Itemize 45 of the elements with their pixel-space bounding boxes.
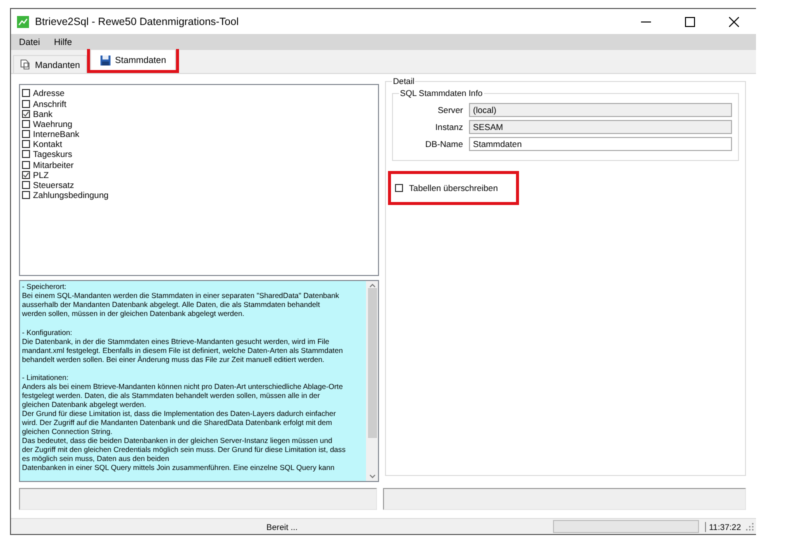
status-text: Bereit ... xyxy=(265,522,299,532)
group-title: Detail xyxy=(392,76,416,86)
checkbox-label: Tabellen überschreiben xyxy=(409,183,498,194)
tab[interactable]: Mandanten xyxy=(13,55,88,74)
window-title: Btrieve2Sql - Rewe50 Datenmigrations-Tool xyxy=(35,16,239,28)
checkbox[interactable] xyxy=(22,181,30,190)
scroll-down-icon[interactable] xyxy=(368,474,376,480)
checkbox[interactable] xyxy=(22,110,30,118)
maximize-icon xyxy=(685,16,695,26)
close-icon xyxy=(729,16,739,26)
checkbox[interactable] xyxy=(22,191,30,200)
field-label: Instanz xyxy=(434,122,463,132)
input-field[interactable]: Stammdaten xyxy=(469,137,732,152)
tab[interactable]: Stammdaten xyxy=(90,49,176,70)
checkbox-label: Anschrift xyxy=(33,98,66,109)
field-label: Server xyxy=(436,105,463,116)
checkbox-label: PLZ xyxy=(33,170,49,180)
status-time: 11:37:22 xyxy=(705,522,744,532)
menu-item[interactable]: Datei xyxy=(19,36,40,47)
checkbox[interactable] xyxy=(22,160,30,169)
menu-item[interactable]: Hilfe xyxy=(54,36,72,47)
scroll-up-icon[interactable] xyxy=(368,283,376,288)
checkbox[interactable] xyxy=(22,150,30,158)
checkbox[interactable] xyxy=(22,100,30,108)
checkbox-label: Adresse xyxy=(33,88,65,98)
group-title: SQL Stammdaten Info xyxy=(399,88,484,98)
checkbox-label: Steuersatz xyxy=(33,180,74,190)
checkbox[interactable] xyxy=(395,184,403,192)
field-label: DB-Name xyxy=(424,139,463,150)
checkbox-label: InterneBank xyxy=(33,129,80,140)
checkbox[interactable] xyxy=(22,89,30,98)
checkbox-label: Zahlungsbedingung xyxy=(33,190,108,200)
checkbox[interactable] xyxy=(22,140,30,148)
checkbox[interactable] xyxy=(22,130,30,138)
resize-grip-icon[interactable] xyxy=(746,522,754,531)
checkbox[interactable] xyxy=(22,170,30,179)
checkbox-label: Mitarbeiter xyxy=(33,160,74,170)
checkbox-label: Tageskurs xyxy=(33,149,72,160)
checkbox-label: Bank xyxy=(33,108,53,119)
app-icon xyxy=(17,16,29,28)
scrollbar[interactable] xyxy=(366,281,378,482)
checkbox-label: Waehrung xyxy=(33,118,72,129)
checkbox[interactable] xyxy=(22,120,30,128)
document-icon xyxy=(20,59,31,70)
checkbox-label: Kontakt xyxy=(33,139,62,150)
